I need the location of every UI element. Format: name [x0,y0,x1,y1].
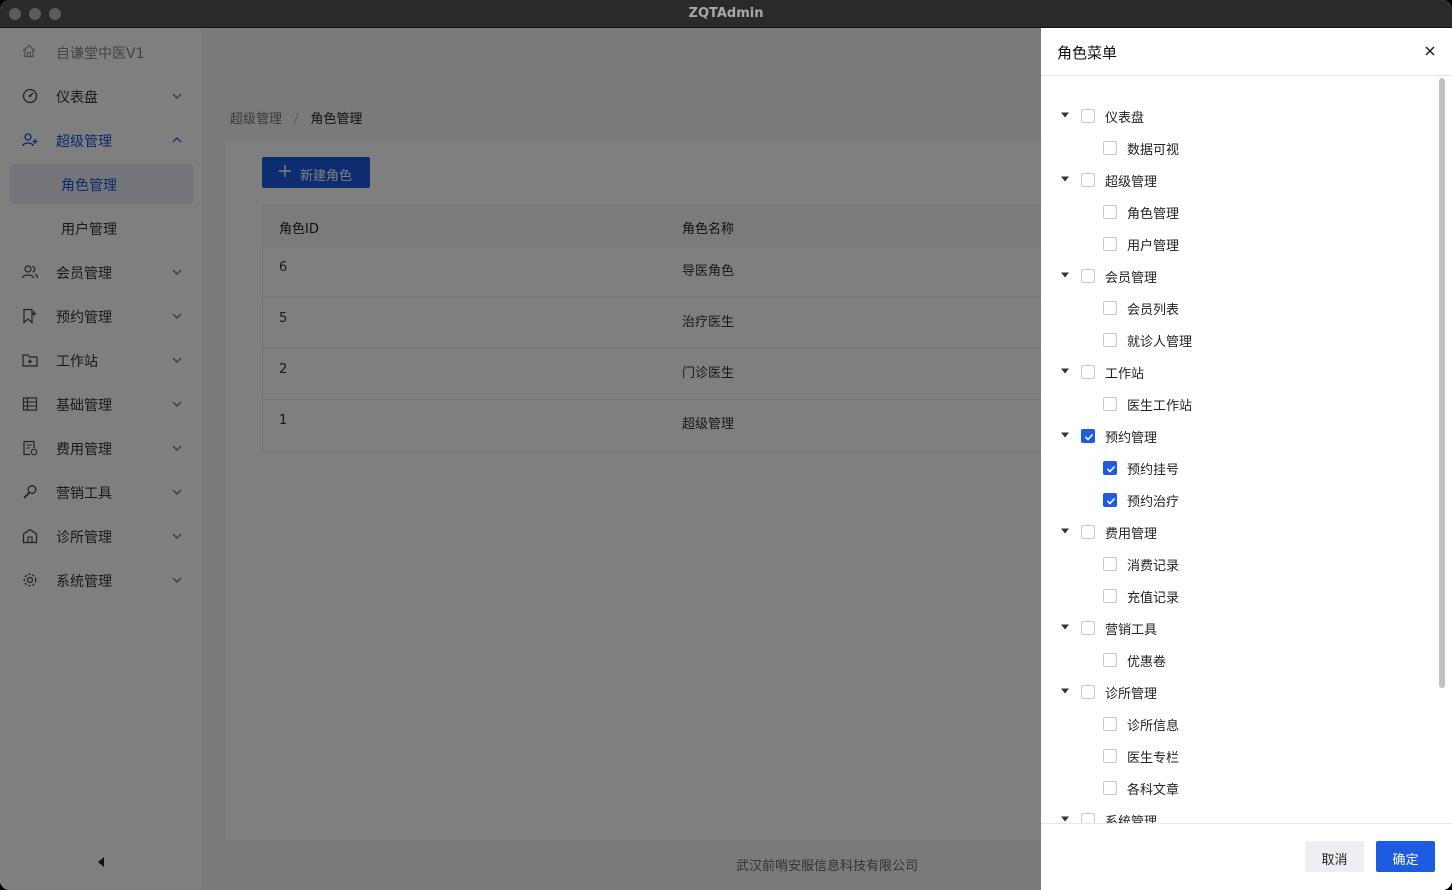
tree-node-label: 工作站 [1105,367,1145,382]
tree-checkbox[interactable] [1103,557,1117,571]
tree-node-data-visual[interactable]: 数据可视 [1041,132,1421,164]
tree-node-label: 数据可视 [1127,143,1180,158]
app-window: ZQTAdmin 自谦堂中医V1 仪表盘 超级管理 角色管理 [0,0,1452,890]
caret-down-icon[interactable] [1060,527,1070,535]
tree-node-consumption-records[interactable]: 消费记录 [1041,548,1421,580]
tree-node-label: 系统管理 [1105,815,1158,823]
tree-checkbox[interactable] [1103,653,1117,667]
tree-checkbox[interactable] [1081,365,1095,379]
tree-checkbox[interactable] [1103,205,1117,219]
caret-down-icon[interactable] [1060,111,1070,119]
tree-node-recharge-records[interactable]: 充值记录 [1041,580,1421,612]
caret-down-icon[interactable] [1060,367,1070,375]
tree-node-system[interactable]: 系统管理 [1041,804,1421,823]
tree-node-members[interactable]: 会员管理 [1041,260,1421,292]
tree-node-label: 预约管理 [1105,431,1158,446]
tree-checkbox[interactable] [1103,301,1117,315]
tree-node-label: 用户管理 [1127,239,1180,254]
tree-node-marketing[interactable]: 营销工具 [1041,612,1421,644]
tree-checkbox-checked[interactable] [1103,461,1117,475]
tree-node-super-admin[interactable]: 超级管理 [1041,164,1421,196]
tree-checkbox-checked[interactable] [1081,429,1095,443]
tree-checkbox[interactable] [1103,141,1117,155]
tree-node-label: 角色管理 [1127,207,1180,222]
caret-down-icon[interactable] [1060,271,1070,279]
tree-node-label: 就诊人管理 [1127,335,1193,350]
tree-checkbox[interactable] [1081,685,1095,699]
menu-tree: 仪表盘 数据可视 超级管理 角色管理 用户管理 会员管理 会员列表 就诊人管理 … [1041,88,1441,823]
tree-node-label: 会员管理 [1105,271,1158,286]
drawer-footer: 取消 确定 [1041,823,1452,890]
tree-checkbox[interactable] [1081,269,1095,283]
tree-checkbox[interactable] [1103,717,1117,731]
tree-node-label: 营销工具 [1105,623,1158,638]
caret-down-icon[interactable] [1060,431,1070,439]
tree-node-workstation[interactable]: 工作站 [1041,356,1421,388]
tree-node-appointment-registration[interactable]: 预约挂号 [1041,452,1421,484]
tree-node-patient-management[interactable]: 就诊人管理 [1041,324,1421,356]
tree-node-label: 仪表盘 [1105,111,1145,126]
caret-down-icon[interactable] [1060,175,1070,183]
tree-checkbox[interactable] [1103,397,1117,411]
tree-checkbox[interactable] [1081,813,1095,823]
tree-checkbox[interactable] [1081,525,1095,539]
window-title: ZQTAdmin [688,6,764,21]
close-icon[interactable] [1424,45,1436,57]
tree-node-label: 消费记录 [1127,559,1180,574]
cancel-button[interactable]: 取消 [1305,841,1364,872]
tree-node-department-articles[interactable]: 各科文章 [1041,772,1421,804]
drawer-header: 角色菜单 [1041,28,1452,76]
tree-node-label: 诊所管理 [1105,687,1158,702]
tree-node-coupons[interactable]: 优惠卷 [1041,644,1421,676]
tree-checkbox[interactable] [1103,589,1117,603]
app-body: 自谦堂中医V1 仪表盘 超级管理 角色管理 用户管理 会员管理 [0,28,1452,890]
tree-node-label: 医生工作站 [1127,399,1193,414]
tree-node-label: 医生专栏 [1127,751,1180,766]
tree-node-dashboard[interactable]: 仪表盘 [1041,100,1421,132]
tree-checkbox[interactable] [1103,781,1117,795]
tree-node-appointment-treatment[interactable]: 预约治疗 [1041,484,1421,516]
tree-node-doctor-workstation[interactable]: 医生工作站 [1041,388,1421,420]
check-icon [1106,497,1116,505]
tree-node-label: 优惠卷 [1127,655,1167,670]
tree-checkbox[interactable] [1081,173,1095,187]
tree-node-role-management[interactable]: 角色管理 [1041,196,1421,228]
tree-checkbox-checked[interactable] [1103,493,1117,507]
drawer-title: 角色菜单 [1057,44,1118,62]
cancel-label: 取消 [1321,853,1348,868]
modal-overlay[interactable] [0,28,1041,890]
tree-node-label: 各科文章 [1127,783,1180,798]
tree-node-member-list[interactable]: 会员列表 [1041,292,1421,324]
title-bar: ZQTAdmin [0,0,1452,28]
confirm-button[interactable]: 确定 [1376,841,1435,872]
tree-node-doctor-column[interactable]: 医生专栏 [1041,740,1421,772]
caret-down-icon[interactable] [1060,687,1070,695]
check-icon [1084,433,1094,441]
check-icon [1106,465,1116,473]
tree-node-fees[interactable]: 费用管理 [1041,516,1421,548]
tree-node-label: 充值记录 [1127,591,1180,606]
tree-node-appointments[interactable]: 预约管理 [1041,420,1421,452]
tree-node-label: 会员列表 [1127,303,1180,318]
tree-node-user-management[interactable]: 用户管理 [1041,228,1421,260]
caret-down-icon[interactable] [1060,623,1070,631]
tree-node-label: 超级管理 [1105,175,1158,190]
tree-checkbox[interactable] [1081,621,1095,635]
tree-checkbox[interactable] [1103,333,1117,347]
tree-node-clinic[interactable]: 诊所管理 [1041,676,1421,708]
drawer-scrollbar[interactable] [1439,78,1445,688]
caret-down-icon[interactable] [1060,815,1070,823]
tree-checkbox[interactable] [1103,749,1117,763]
role-menu-drawer: 角色菜单 仪表盘 数据可视 超级管理 角色管理 用户管理 会员管理 会员列表 就… [1041,28,1452,890]
tree-node-label: 预约治疗 [1127,495,1180,510]
tree-node-clinic-info[interactable]: 诊所信息 [1041,708,1421,740]
tree-checkbox[interactable] [1081,109,1095,123]
tree-checkbox[interactable] [1103,237,1117,251]
confirm-label: 确定 [1392,853,1419,868]
tree-node-label: 诊所信息 [1127,719,1180,734]
tree-node-label: 费用管理 [1105,527,1158,542]
tree-node-label: 预约挂号 [1127,463,1180,478]
